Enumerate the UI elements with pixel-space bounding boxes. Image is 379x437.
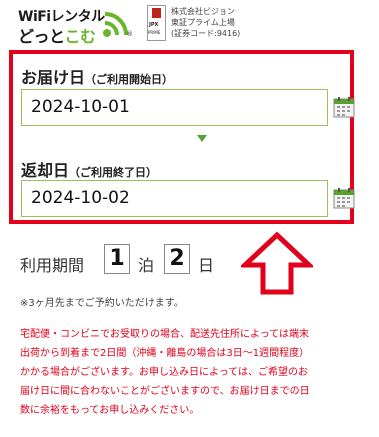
delivery-date-label: お届け日 (21, 68, 86, 87)
return-date-subtitle: （ご利用終了日） (69, 166, 158, 179)
nights-count: 1 (104, 244, 130, 274)
company-line: (証券コード:9416) (171, 29, 241, 38)
logo-line2-a: どっと (18, 27, 65, 46)
logo[interactable]: WiFiレンタル どっとこむ ® (14, 6, 134, 46)
delivery-date-subtitle: （ご利用開始日） (85, 73, 174, 86)
warning-line: 届け日に間に合わないことがございますので、お届け日までの日 (20, 386, 310, 397)
logo-registered-mark: ® (126, 30, 133, 38)
calendar-icon[interactable] (333, 187, 355, 209)
reservation-note: ※3ヶ月先までご予約いただけます。 (20, 298, 184, 309)
return-date-title: 返却日（ご利用終了日） (21, 157, 157, 181)
delivery-date-input[interactable]: 2024-10-01 (21, 89, 328, 126)
company-line: 東証プライム上場 (171, 18, 235, 27)
warning-line: 数に余裕をもってお申し込みください。 (20, 405, 200, 416)
date-selection-panel: お届け日（ご利用開始日） 2024-10-01 返却日（ご利用終了日） 2024… (9, 50, 355, 224)
days-unit: 日 (198, 256, 215, 275)
company-info: 株式会社ビジョン 東証プライム上場 (証券コード:9416) (171, 6, 240, 39)
days-count: 2 (164, 244, 190, 274)
calendar-icon[interactable] (333, 96, 355, 118)
logo-line2: どっとこむ (18, 23, 96, 47)
arrow-down-icon (197, 135, 207, 142)
logo-line2-b: こむ (64, 27, 97, 46)
jpx-name: JPX (149, 22, 159, 28)
delivery-warning: 宅配便・コンビニでお受取りの場合、配送先住所によっては端末 出荷から到着まで2日… (20, 325, 372, 420)
return-date-input[interactable]: 2024-10-02 (21, 180, 328, 217)
jpx-mark-icon (152, 8, 161, 18)
company-line: 株式会社ビジョン (171, 7, 235, 16)
usage-period-label: 利用期間 (20, 256, 85, 275)
jpx-sub: PRIME (148, 30, 161, 35)
warning-line: 出荷から到着まで2日間（沖縄・離島の場合は3日〜1週間程度） (20, 348, 310, 359)
warning-line: かかる場合がございます。お申し込み日によっては、ご希望のお (20, 367, 308, 378)
return-date-label: 返却日 (21, 161, 70, 180)
arrow-up-icon (241, 231, 313, 295)
jpx-badge: JPX PRIME (147, 5, 166, 41)
delivery-date-title: お届け日（ご利用開始日） (21, 64, 173, 88)
warning-line: 宅配便・コンビニでお受取りの場合、配送先住所によっては端末 (20, 329, 309, 340)
nights-unit: 泊 (138, 256, 155, 275)
site-header: WiFiレンタル どっとこむ ® JPX PRIME 株式会社ビジョン 東証プラ… (0, 0, 379, 46)
